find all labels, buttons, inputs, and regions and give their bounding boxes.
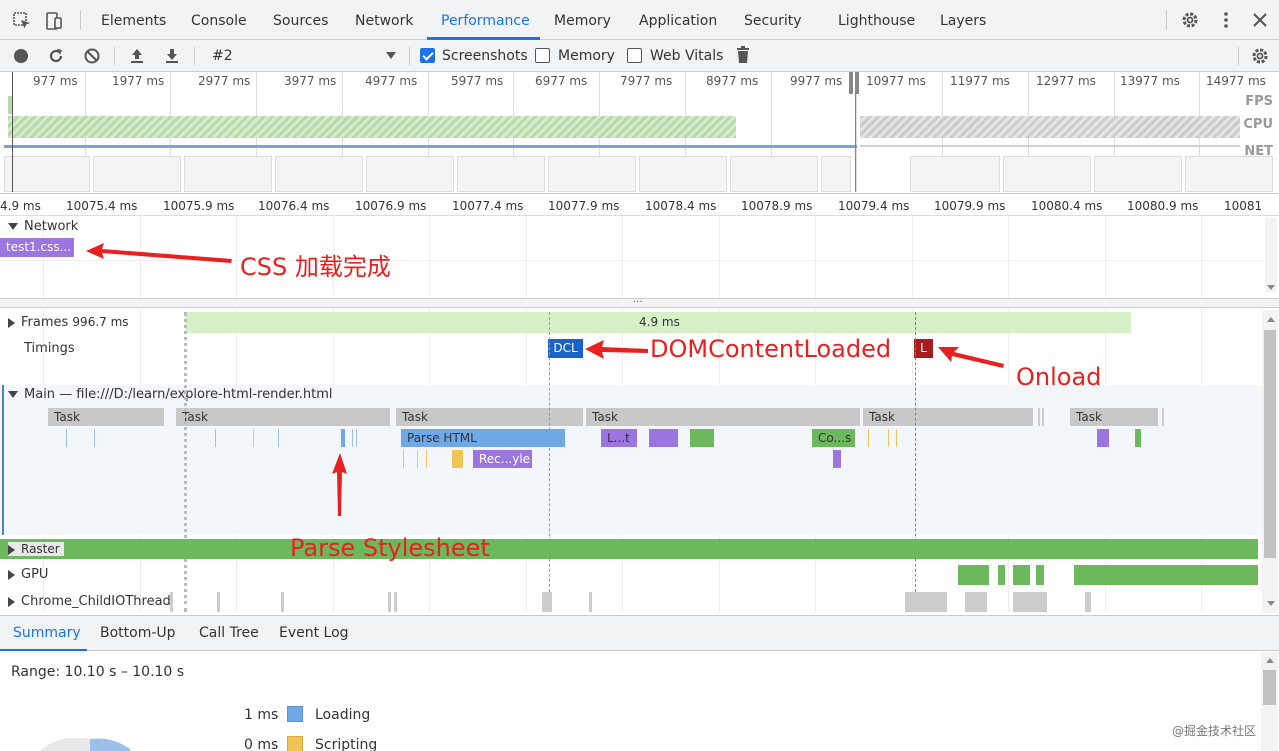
- scroll-up-icon[interactable]: [1265, 656, 1275, 664]
- summary-scroll-thumb[interactable]: [1263, 670, 1276, 705]
- tab-event-log[interactable]: Event Log: [279, 616, 349, 650]
- scripting-swatch: [287, 736, 303, 751]
- loading-swatch: [287, 706, 303, 722]
- summary-label-loading: Loading: [315, 707, 371, 723]
- tab-bottom-up[interactable]: Bottom-Up: [100, 616, 176, 650]
- summary-value-loading: 1 ms: [244, 707, 279, 723]
- watermark: @掘金技术社区: [1172, 724, 1257, 738]
- annotation-css-loaded: CSS 加载完成: [240, 253, 391, 281]
- annotation-dcl: DOMContentLoaded: [650, 335, 892, 363]
- summary-range: Range: 10.10 s – 10.10 s: [11, 664, 185, 680]
- annotation-onload: Onload: [1016, 363, 1102, 391]
- arrow-to-onload: [938, 347, 1004, 368]
- arrow-to-css-request: [86, 243, 232, 263]
- details-tabbar: Summary Bottom-Up Call Tree Event Log: [0, 615, 1279, 651]
- active-tab-indicator: [0, 649, 87, 651]
- tab-call-tree[interactable]: Call Tree: [199, 616, 259, 650]
- arrow-to-parse-stylesheet: [332, 453, 347, 516]
- tab-summary[interactable]: Summary: [13, 616, 81, 650]
- summary-value-scripting: 0 ms: [244, 737, 279, 751]
- summary-label-scripting: Scripting: [315, 737, 378, 751]
- arrow-to-dcl: [585, 340, 648, 359]
- summary-pie-chart: [40, 738, 130, 751]
- annotation-parse-stylesheet: Parse Stylesheet: [290, 534, 490, 562]
